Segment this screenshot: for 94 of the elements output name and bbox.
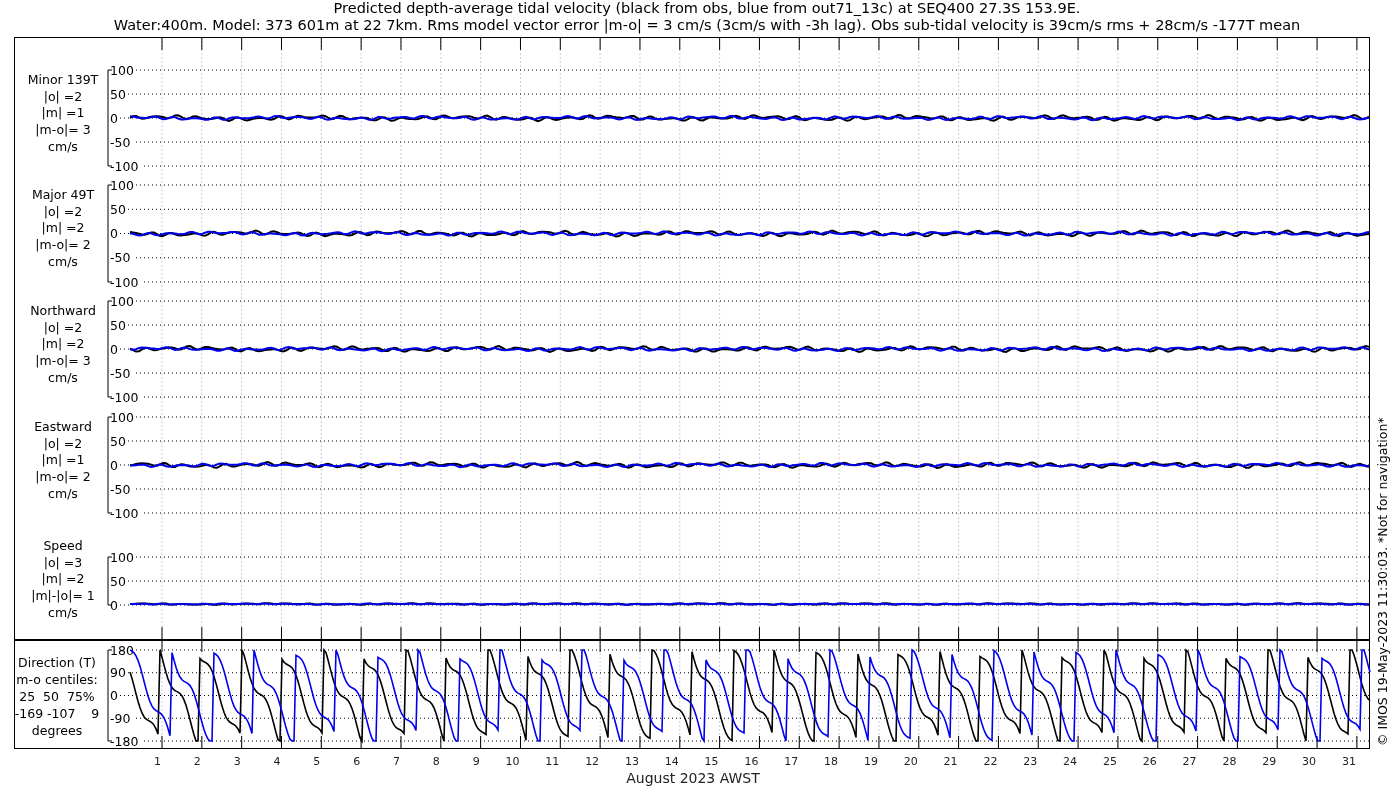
- panel-label: 25 50 75%: [19, 689, 95, 704]
- y-tick-label: -100: [110, 389, 139, 405]
- y-tick-label: -50: [110, 250, 131, 266]
- y-tick-label: 50: [110, 317, 126, 333]
- panel-label: |m-o|= 2: [35, 469, 91, 485]
- panel-label: -169 -107 9: [14, 706, 100, 721]
- x-tick-label: 11: [545, 755, 560, 768]
- y-axis: [107, 556, 113, 606]
- y-tick-label: -100: [110, 158, 139, 174]
- panel-label: |o| =2: [43, 203, 83, 219]
- panel-label: cm/s: [48, 485, 78, 501]
- copyright-note: © IMOS 19-May-2023 11:30:03. *Not for navigation*: [1375, 417, 1390, 746]
- x-tick-label: 24: [1063, 755, 1078, 768]
- panel-label: Speed: [43, 538, 83, 553]
- panel-label: |m| =1: [41, 105, 85, 121]
- x-tick-label: 21: [943, 755, 958, 768]
- panel-label: Major 49T: [31, 187, 95, 202]
- x-axis-title: August 2023 AWST: [626, 770, 760, 786]
- panel-label: Direction (T): [18, 655, 96, 670]
- x-tick-label: 6: [353, 755, 361, 768]
- y-tick-label: 0: [110, 226, 118, 241]
- panel-label: cm/s: [48, 369, 78, 385]
- x-tick-label: 26: [1142, 755, 1157, 768]
- y-tick-label: 180: [110, 642, 134, 658]
- y-tick-label: 50: [110, 573, 126, 589]
- panel-label: |m| =1: [41, 452, 85, 468]
- x-tick-label: 17: [784, 755, 799, 768]
- panel-label: |m|-|o|= 1: [31, 588, 95, 604]
- y-tick-label: 50: [110, 433, 126, 449]
- panel-label: Eastward: [34, 419, 92, 434]
- x-tick-label: 10: [505, 755, 520, 768]
- x-tick-label: 28: [1222, 755, 1237, 768]
- panel-label: |o| =3: [43, 554, 83, 570]
- y-tick-label: 100: [110, 409, 134, 425]
- x-tick-label: 15: [704, 755, 719, 768]
- y-tick-label: -180: [110, 733, 139, 749]
- x-tick-label: 1: [154, 755, 161, 768]
- panel-label: |m| =2: [41, 220, 85, 236]
- x-tick-label: 13: [624, 755, 639, 768]
- y-tick-label: 0: [110, 341, 118, 357]
- x-tick-label: 12: [585, 755, 600, 768]
- y-tick-label: 0: [110, 597, 118, 613]
- y-tick-label: 90: [110, 665, 126, 681]
- x-tick-label: 22: [983, 755, 998, 768]
- x-tick-label: 16: [744, 755, 759, 768]
- x-tick-label: 23: [1023, 755, 1038, 768]
- x-tick-label: 3: [233, 755, 241, 768]
- x-tick-label: 19: [863, 755, 878, 768]
- x-tick-label: 4: [273, 755, 281, 768]
- y-tick-label: -50: [110, 365, 131, 381]
- y-tick-label: -100: [110, 274, 139, 290]
- x-tick-label: 18: [824, 755, 839, 768]
- chart-title: Predicted depth-average tidal velocity (black from obs, blue from out71_13c) at SEQ400 27.3S 153.9E.: [333, 0, 1081, 17]
- x-tick-label: 9: [472, 755, 480, 768]
- x-tick-label: 20: [903, 755, 918, 768]
- y-tick-label: -100: [110, 505, 139, 521]
- x-tick-label: 29: [1262, 755, 1277, 768]
- y-tick-label: 100: [110, 177, 134, 193]
- x-tick-label: 14: [664, 755, 679, 768]
- panel-label: |o| =2: [43, 88, 83, 104]
- panel-label: cm/s: [48, 138, 78, 154]
- x-tick-label: 30: [1302, 755, 1317, 768]
- panel-label: |m-o|= 3: [35, 122, 91, 138]
- y-tick-label: 0: [110, 110, 118, 126]
- panel-label: degrees: [31, 723, 83, 738]
- y-tick-label: 50: [110, 201, 126, 217]
- y-tick-label: 50: [110, 86, 126, 102]
- panel-label: |o| =2: [43, 435, 83, 451]
- panel-label: m-o centiles:: [16, 672, 98, 687]
- y-tick-label: 0: [110, 457, 118, 473]
- panel-label: Northward: [30, 303, 96, 318]
- panel-label: |m| =2: [41, 571, 85, 587]
- y-tick-label: -50: [110, 134, 131, 150]
- chart-title: Water:400m. Model: 373 601m at 22 7km. Rms model vector error |m-o| = 3 cm/s (3cm/s with -3h lag). Obs sub-tidal velocity is 39cm/s rms + 28cm/s -177T mean: [113, 17, 1301, 34]
- y-tick-label: -90: [110, 710, 131, 726]
- panel-label: Minor 139T: [27, 72, 99, 87]
- y-tick-label: 100: [110, 549, 134, 565]
- x-tick-label: 27: [1182, 755, 1197, 768]
- panel-label: |m-o|= 2: [35, 237, 91, 253]
- x-tick-label: 8: [432, 755, 440, 768]
- panel-label: cm/s: [48, 604, 78, 620]
- y-tick-label: 100: [110, 293, 134, 309]
- x-tick-label: 2: [193, 755, 201, 768]
- y-tick-label: 100: [110, 62, 134, 78]
- panel-label: |m| =2: [41, 336, 85, 352]
- y-tick-label: -50: [110, 481, 131, 497]
- panel-label: cm/s: [48, 253, 78, 269]
- x-tick-label: 7: [393, 755, 400, 768]
- x-tick-label: 5: [313, 755, 321, 768]
- y-tick-label: 0: [110, 688, 118, 703]
- panel-label: |m-o|= 3: [35, 353, 91, 369]
- x-tick-label: 31: [1341, 755, 1356, 768]
- x-tick-label: 25: [1102, 755, 1117, 768]
- panel-label: |o| =2: [43, 319, 83, 335]
